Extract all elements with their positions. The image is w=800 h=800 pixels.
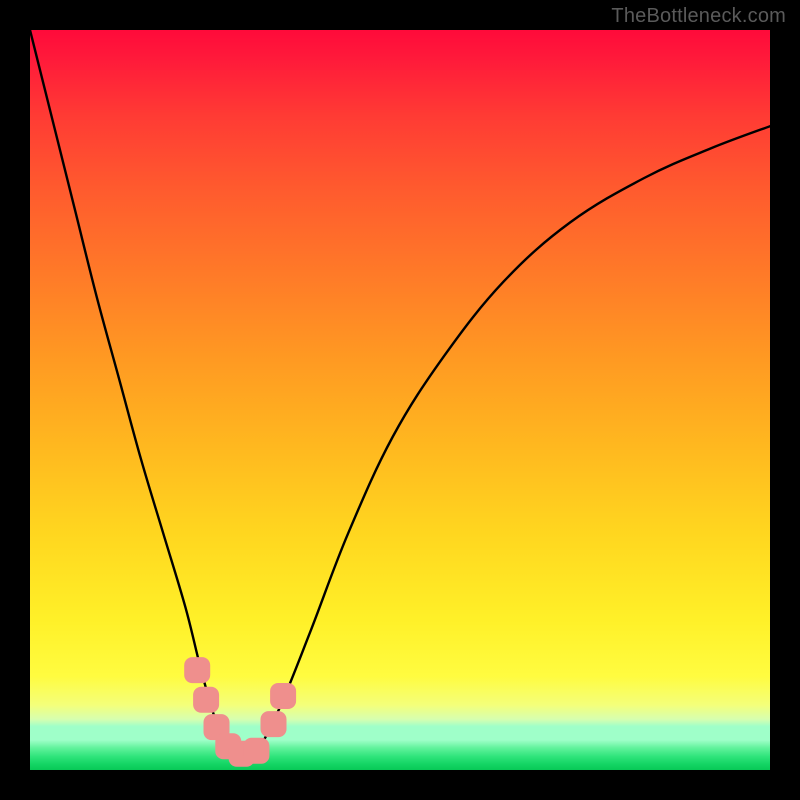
marker-group	[184, 657, 296, 767]
bottleneck-curve	[30, 30, 770, 763]
watermark-text: TheBottleneck.com	[611, 5, 786, 28]
plot-area	[30, 30, 770, 770]
cluster-marker	[261, 711, 287, 737]
chart-svg	[30, 30, 770, 770]
cluster-marker	[184, 657, 210, 683]
cluster-marker	[270, 683, 296, 709]
cluster-marker	[193, 687, 219, 713]
chart-frame: TheBottleneck.com	[0, 0, 800, 800]
cluster-marker	[243, 738, 269, 764]
